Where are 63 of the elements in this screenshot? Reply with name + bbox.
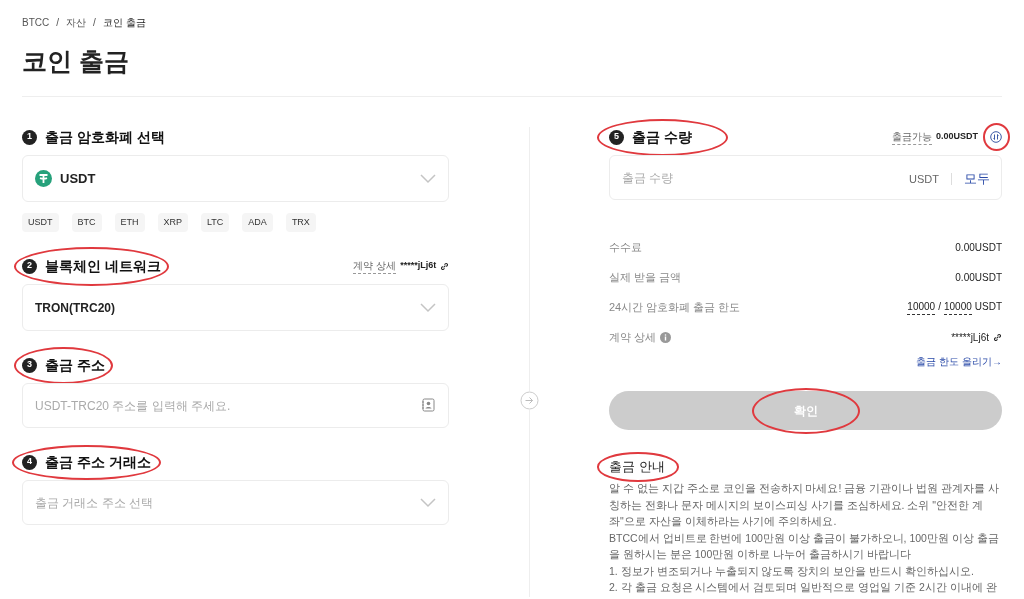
tether-coin-icon	[35, 170, 52, 187]
coin-chip[interactable]: LTC	[201, 213, 230, 232]
link-icon	[993, 332, 1002, 342]
chevron-down-icon	[420, 497, 437, 508]
notice-title: 출금 안내	[609, 458, 665, 476]
raise-limit-link[interactable]: 출금 한도 올리기→	[916, 354, 1002, 369]
step-title: 출금 주소	[45, 355, 105, 375]
step-number: 1	[22, 129, 37, 145]
network-select[interactable]: TRON(TRC20)	[22, 284, 450, 331]
coin-value: USDT	[60, 169, 96, 188]
info-icon[interactable]	[660, 331, 672, 343]
coin-chip[interactable]: ETH	[114, 213, 145, 232]
step-title: 출금 수량	[632, 127, 692, 147]
detail-value: *****jLj6t	[951, 330, 989, 345]
step-title: 출금 주소 거래소	[45, 452, 151, 472]
step-title: 블록체인 네트워크	[45, 256, 161, 276]
limit-unit: USDT	[974, 300, 1002, 314]
chevron-down-icon	[420, 302, 437, 313]
breadcrumb-item: /	[93, 16, 96, 30]
step-number: 4	[22, 454, 37, 470]
detail-label: 수수료	[609, 239, 642, 255]
detail-label: 24시간 암호화폐 출금 한도	[609, 299, 741, 315]
select-placeholder: 출금 거래소 주소 선택	[35, 494, 153, 512]
step-number: 2	[22, 258, 37, 274]
arrow-right-circle-icon	[519, 391, 539, 410]
coin-chip[interactable]: XRP	[157, 213, 188, 232]
limit-total: 10000	[943, 299, 972, 315]
notice-paragraph: 2. 각 출금 요청은 시스템에서 검토되며 일반적으로 영업일 기준 2시간 이내에 완	[609, 580, 998, 595]
amount-unit: USDT	[909, 171, 939, 187]
breadcrumb-item[interactable]: 자산	[66, 15, 86, 30]
address-field[interactable]: USDT-TRC20 주소를 입력해 주세요.	[22, 383, 450, 428]
breadcrumb-item[interactable]: BTCC	[22, 15, 50, 30]
coin-chip[interactable]: BTC	[71, 213, 102, 232]
detail-label: 계약 상세	[609, 329, 657, 345]
detail-label: 실제 받을 금액	[609, 269, 682, 285]
link-icon	[440, 261, 450, 271]
annotation-ellipse	[983, 123, 1010, 151]
available-label: 출금가능	[891, 129, 932, 145]
coin-chip[interactable]: TRX	[285, 213, 316, 232]
breadcrumb-item: 코인 출금	[102, 16, 146, 30]
step-title: 출금 암호화폐 선택	[45, 127, 165, 147]
coin-select[interactable]: USDT	[22, 155, 450, 202]
detail-value: 0.00USDT	[955, 240, 1002, 255]
breadcrumb-item: /	[56, 16, 59, 30]
chevron-down-icon	[420, 173, 437, 184]
detail-value: 0.00USDT	[955, 270, 1002, 285]
address-book-icon[interactable]	[421, 398, 436, 412]
coin-chip[interactable]: ADA	[242, 213, 273, 232]
limit-separator: /	[938, 300, 941, 314]
step-number: 3	[22, 357, 37, 373]
page-title: 코인 출금	[22, 46, 130, 77]
available-value: 0.00USDT	[935, 130, 978, 144]
coin-chip[interactable]: USDT	[22, 213, 59, 232]
notice-paragraph: BTCC에서 업비트로 한번에 100만원 이상 출금이 불가하오니, 100만원 이상 출금을 원하시는 분은 100만원 이하로 나누어 출금하시기 바랍니다	[609, 530, 1000, 562]
limit-used: 10000	[907, 299, 936, 315]
network-value: TRON(TRC20)	[35, 299, 115, 317]
swap-icon[interactable]	[990, 131, 1002, 143]
notice-paragraph: 1. 정보가 변조되거나 누출되지 않도록 장치의 보안을 반드시 확인하십시오.	[609, 563, 975, 579]
contract-value: *****jLj6t	[400, 259, 437, 273]
notice-paragraph: 알 수 없는 지갑 주소로 코인을 전송하지 마세요! 금융 기관이나 법원 관계자를 사칭하는 전화나 문자 메시지의 보이스피싱 사기를 조심하세요. 소위 "안전한 계좌"으로 자산을 이체하라는 사기에 주의하세요.	[609, 481, 1000, 529]
all-button[interactable]: 모두	[964, 169, 990, 189]
contract-label[interactable]: 계약 상세	[353, 258, 397, 274]
step-number: 5	[609, 129, 624, 145]
